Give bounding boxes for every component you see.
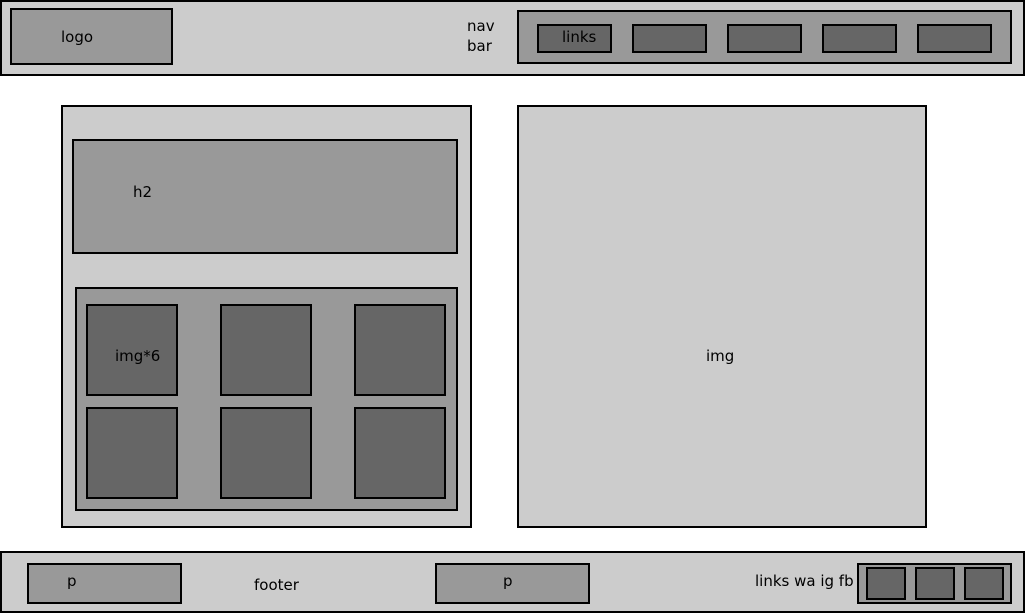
footer-paragraph-1 xyxy=(27,563,182,604)
gallery-image-5[interactable] xyxy=(220,407,312,499)
navbar-title-line-1: nav xyxy=(467,17,495,35)
footer-label: footer xyxy=(254,576,299,594)
gallery-image-4[interactable] xyxy=(86,407,178,499)
whatsapp-link[interactable] xyxy=(866,567,906,600)
facebook-link[interactable] xyxy=(964,567,1004,600)
gallery-image-6[interactable] xyxy=(354,407,446,499)
nav-link-3[interactable] xyxy=(727,24,802,53)
instagram-link[interactable] xyxy=(915,567,955,600)
footer-paragraph-2-label: p xyxy=(503,572,513,590)
gallery-image-2[interactable] xyxy=(220,304,312,396)
main-image-placeholder xyxy=(517,105,927,528)
nav-link-5[interactable] xyxy=(917,24,992,53)
main-image-label: img xyxy=(706,347,735,365)
logo-label: logo xyxy=(61,28,94,46)
footer-paragraph-1-label: p xyxy=(67,572,77,590)
gallery-image-3[interactable] xyxy=(354,304,446,396)
nav-link-2[interactable] xyxy=(632,24,707,53)
navbar-title-line-2: bar xyxy=(467,37,492,55)
heading-label: h2 xyxy=(133,183,153,201)
heading-placeholder xyxy=(72,139,458,254)
social-links-label: links wa ig fb xyxy=(755,572,854,590)
nav-links-label: links xyxy=(562,28,597,46)
navbar-title: nav bar xyxy=(467,16,495,56)
gallery-label: img*6 xyxy=(115,347,161,365)
nav-link-4[interactable] xyxy=(822,24,897,53)
